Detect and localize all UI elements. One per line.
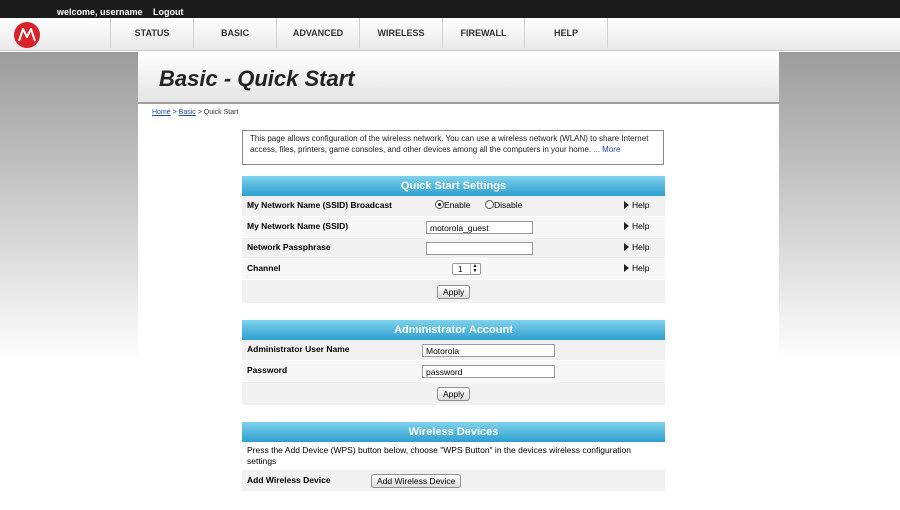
passphrase-label: Network Passphrase: [247, 242, 331, 252]
logout-link[interactable]: Logout: [153, 7, 184, 17]
intro-text: This page allows configuration of the wi…: [250, 134, 649, 154]
breadcrumb-separator: >: [170, 109, 179, 116]
enable-radio[interactable]: [435, 200, 444, 209]
breadcrumb: Home > Basic > Quick Start: [152, 109, 238, 116]
passphrase-row: Network Passphrase Help: [242, 238, 665, 259]
admin-apply-button[interactable]: Apply: [437, 387, 471, 401]
help-link[interactable]: Help: [624, 263, 649, 273]
help-label: Help: [632, 263, 650, 273]
disable-label: Disable: [494, 200, 523, 210]
admin-section: Administrator Account Administrator User…: [242, 320, 665, 406]
breadcrumb-basic-link[interactable]: Basic: [179, 109, 196, 116]
admin-apply-row: Apply: [242, 382, 665, 406]
ssid-broadcast-row: My Network Name (SSID) Broadcast Enable …: [242, 196, 665, 217]
top-bar: welcome, username Logout: [0, 0, 900, 18]
help-label: Help: [632, 242, 650, 252]
nav-band: STATUS BASIC ADVANCED WIRELESS FIREWALL …: [0, 18, 900, 51]
tab-help[interactable]: HELP: [525, 18, 608, 48]
quick-start-heading: Quick Start Settings: [242, 176, 665, 196]
admin-user-label: Administrator User Name: [247, 344, 350, 354]
channel-value: 1: [458, 265, 463, 274]
quick-start-section: Quick Start Settings My Network Name (SS…: [242, 176, 665, 304]
help-link[interactable]: Help: [624, 221, 649, 231]
apply-button[interactable]: Apply: [437, 285, 471, 299]
ssid-row: My Network Name (SSID) Help: [242, 217, 665, 238]
page-content: Basic - Quick Start Home > Basic > Quick…: [138, 52, 779, 510]
tab-wireless[interactable]: WIRELESS: [360, 18, 443, 48]
main-nav: STATUS BASIC ADVANCED WIRELESS FIREWALL …: [110, 18, 608, 48]
admin-password-input[interactable]: [422, 365, 555, 378]
help-label: Help: [632, 200, 650, 210]
admin-password-row: Password: [242, 361, 665, 382]
wps-description: Press the Add Device (WPS) button below,…: [247, 445, 632, 466]
add-device-row: Add Wireless Device Add Wireless Device: [242, 470, 665, 492]
enable-option[interactable]: Enable: [435, 200, 470, 210]
channel-row: Channel 1 ▲ ▼ Help: [242, 259, 665, 280]
tab-firewall[interactable]: FIREWALL: [443, 18, 525, 48]
caret-right-icon: [624, 201, 629, 209]
spinner-arrows-icon[interactable]: ▲ ▼: [470, 264, 479, 274]
apply-row: Apply: [242, 280, 665, 304]
ssid-broadcast-label: My Network Name (SSID) Broadcast: [247, 200, 393, 210]
channel-label: Channel: [247, 263, 281, 273]
passphrase-input[interactable]: [426, 242, 533, 255]
add-wireless-device-button[interactable]: Add Wireless Device: [371, 474, 462, 488]
tab-advanced[interactable]: ADVANCED: [277, 18, 360, 48]
wireless-devices-section: Wireless Devices Press the Add Device (W…: [242, 422, 665, 492]
disable-option[interactable]: Disable: [485, 200, 522, 210]
breadcrumb-separator: >: [195, 109, 204, 116]
admin-user-row: Administrator User Name: [242, 340, 665, 361]
channel-select[interactable]: 1 ▲ ▼: [452, 263, 481, 275]
help-link[interactable]: Help: [624, 242, 649, 252]
admin-user-input[interactable]: [422, 344, 555, 357]
motorola-logo-icon[interactable]: [14, 22, 40, 48]
page-title: Basic - Quick Start: [159, 66, 355, 91]
welcome-text: welcome, username: [57, 7, 143, 17]
ssid-label: My Network Name (SSID): [247, 221, 349, 231]
admin-heading: Administrator Account: [242, 320, 665, 340]
wps-description-row: Press the Add Device (WPS) button below,…: [242, 442, 665, 470]
admin-password-label: Password: [247, 365, 288, 375]
add-device-label: Add Wireless Device: [247, 475, 331, 485]
disable-radio[interactable]: [485, 200, 494, 209]
caret-right-icon: [624, 264, 629, 272]
caret-right-icon: [624, 243, 629, 251]
title-box: Basic - Quick Start: [138, 52, 779, 104]
help-label: Help: [632, 221, 650, 231]
breadcrumb-home-link[interactable]: Home: [152, 109, 171, 116]
more-link[interactable]: ... More: [591, 145, 620, 154]
enable-label: Enable: [444, 200, 471, 210]
breadcrumb-current: Quick Start: [203, 109, 239, 116]
wireless-devices-heading: Wireless Devices: [242, 422, 665, 442]
tab-status[interactable]: STATUS: [111, 18, 194, 48]
intro-box: This page allows configuration of the wi…: [242, 130, 664, 165]
help-link[interactable]: Help: [624, 200, 649, 210]
ssid-input[interactable]: [426, 221, 533, 234]
tab-basic[interactable]: BASIC: [194, 18, 277, 48]
caret-right-icon: [624, 222, 629, 230]
